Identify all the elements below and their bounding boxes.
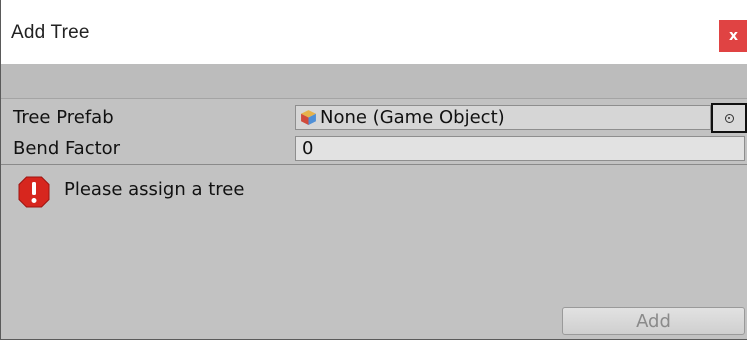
add-button[interactable]: Add bbox=[562, 307, 745, 335]
toolbar-strip bbox=[1, 64, 747, 99]
tree-prefab-value: None (Game Object) bbox=[320, 107, 505, 128]
bend-factor-label: Bend Factor bbox=[13, 138, 121, 159]
object-picker-button[interactable] bbox=[711, 103, 747, 133]
add-button-label: Add bbox=[636, 310, 671, 332]
help-message: Please assign a tree bbox=[64, 179, 245, 200]
tree-prefab-row: Tree Prefab None (Game Object) bbox=[1, 103, 747, 133]
game-object-cube-icon bbox=[301, 110, 316, 125]
window-title: Add Tree bbox=[11, 22, 90, 43]
close-button[interactable]: x bbox=[719, 20, 747, 52]
add-tree-window: Add Tree x Tree Prefab None (Game Object… bbox=[0, 0, 747, 340]
bend-factor-row: Bend Factor 0 bbox=[1, 134, 747, 164]
tree-prefab-field[interactable]: None (Game Object) bbox=[295, 105, 711, 130]
title-bar[interactable]: Add Tree x bbox=[1, 0, 747, 64]
tree-prefab-label: Tree Prefab bbox=[13, 107, 114, 128]
bend-factor-input[interactable]: 0 bbox=[295, 136, 745, 161]
bend-factor-value: 0 bbox=[302, 138, 314, 159]
error-icon bbox=[18, 176, 50, 208]
close-icon: x bbox=[728, 28, 739, 44]
object-picker-icon bbox=[724, 113, 734, 123]
help-box: Please assign a tree bbox=[1, 165, 747, 305]
